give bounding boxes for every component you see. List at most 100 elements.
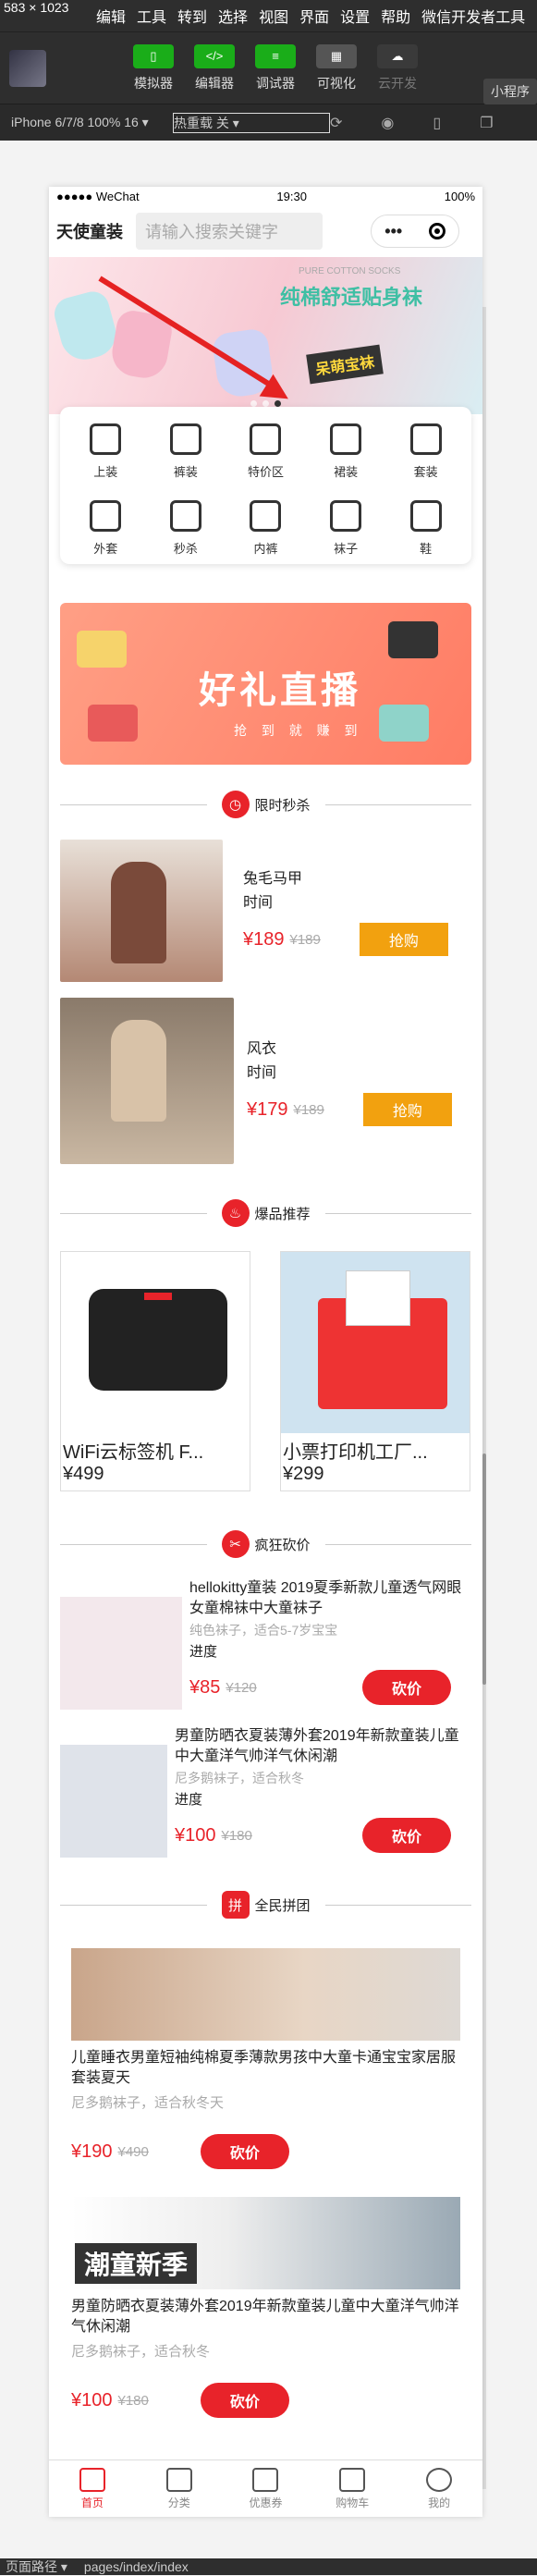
menu-item[interactable]: 转到 (177, 5, 207, 27)
bargain-button[interactable]: 砍价 (362, 1670, 451, 1705)
menu-item[interactable]: 设置 (340, 5, 370, 27)
category-skirts[interactable]: 裙装 (306, 420, 386, 480)
menu-item[interactable]: 微信开发者工具 (421, 5, 525, 27)
divider (60, 1213, 207, 1214)
buy-button[interactable]: 抢购 (363, 1093, 452, 1126)
menu-item[interactable]: 视图 (259, 5, 288, 27)
menu-item[interactable]: 帮助 (381, 5, 410, 27)
carousel-dot[interactable] (275, 400, 281, 407)
menu-item[interactable]: 工具 (137, 5, 166, 27)
watch-icon (166, 497, 205, 535)
category-socks[interactable]: 袜子 (306, 497, 386, 557)
close-icon[interactable] (429, 223, 445, 239)
seckill-item[interactable]: 兔毛马甲 时间 ¥189 ¥189 抢购 (60, 837, 471, 985)
visual-tool[interactable]: ▦可视化 (312, 44, 360, 92)
more-icon[interactable]: ••• (384, 222, 402, 241)
group-icon: 拼 (222, 1891, 250, 1919)
category-tops[interactable]: 上装 (66, 420, 146, 480)
category-underwear[interactable]: 内裤 (226, 497, 306, 557)
tab-home[interactable]: 首页 (49, 2460, 136, 2517)
category-coats[interactable]: 外套 (66, 497, 146, 557)
menu-item[interactable]: 选择 (218, 5, 248, 27)
bargain-button[interactable]: 砍价 (362, 1818, 451, 1853)
bargain-button[interactable]: 砍价 (201, 2383, 289, 2418)
title-bar: 583 × 1023 编辑 工具 转到 选择 视图 界面 设置 帮助 微信开发者… (0, 0, 537, 31)
cloud-tool[interactable]: ☁云开发 (373, 44, 421, 92)
menu-item[interactable]: 界面 (299, 5, 329, 27)
banner-carousel[interactable]: PURE COTTON SOCKS 纯棉舒适贴身袜 呆萌宝袜 (49, 257, 482, 414)
underwear-icon (246, 497, 285, 535)
outfit-icon (407, 420, 445, 459)
scrollbar-track[interactable] (482, 307, 486, 2489)
seckill-item[interactable]: 风衣 时间 ¥179 ¥189 抢购 (60, 998, 471, 1164)
menu-item[interactable]: 编辑 (96, 5, 126, 27)
simulator-tool[interactable]: ▯模拟器 (129, 44, 177, 92)
category-sale[interactable]: 特价区 (226, 420, 306, 480)
carousel-dot[interactable] (250, 400, 257, 407)
product-image: 潮童新季 (71, 2197, 460, 2289)
mobile-icon[interactable]: ▯ (433, 114, 441, 132)
tab-cart[interactable]: 购物车 (309, 2460, 396, 2517)
brand-title: 天使童装 (56, 219, 123, 243)
editor-tool[interactable]: </>编辑器 (190, 44, 238, 92)
tab-bar: 首页 分类 优惠券 购物车 我的 (49, 2459, 482, 2517)
category-flash[interactable]: 秒杀 (146, 497, 226, 557)
page-path-select[interactable]: 页面路径 ▾ (6, 2558, 67, 2576)
mini-program-button[interactable]: 小程序 (483, 79, 537, 104)
coat-icon (86, 497, 125, 535)
carrier: ●●●●● WeChat (56, 190, 140, 203)
list-icon (166, 2468, 192, 2492)
search-input[interactable]: 请输入搜索关键字 (136, 213, 323, 250)
tab-coupon[interactable]: 优惠券 (223, 2460, 310, 2517)
banner-tag: 呆萌宝袜 (306, 345, 384, 385)
bargain-item[interactable]: 男童防晒衣夏装薄外套2019年新款童装儿童中大童洋气帅洋气休闲潮 尼多鹅袜子，适… (60, 1726, 471, 1858)
cut-icon: ✂ (222, 1530, 250, 1558)
category-pants[interactable]: 裤装 (146, 420, 226, 480)
buy-button[interactable]: 抢购 (360, 923, 448, 956)
carousel-dots (49, 400, 482, 407)
hot-item[interactable]: 小票打印机工厂... ¥299 (280, 1251, 470, 1491)
group-item[interactable]: 儿童睡衣男童短袖纯棉夏季薄款男孩中大童卡通宝宝家居服套装夏天 尼多鹅袜子，适合秋… (71, 1948, 460, 2169)
bargain-item[interactable]: hellokitty童装 2019夏季新款儿童透气网眼女童棉袜中大童袜子 纯色袜… (60, 1578, 471, 1710)
bargain-button[interactable]: 砍价 (201, 2134, 289, 2169)
status-bar: ●●●●● WeChat 19:30 100% (49, 187, 482, 205)
hot-products: WiFi云标签机 F... ¥499 小票打印机工厂... ¥299 (60, 1251, 471, 1491)
live-banner[interactable]: 好礼直播 抢 到 就 赚 到 (60, 603, 471, 765)
shirt-icon (86, 420, 125, 459)
window-icon[interactable]: ❐ (480, 114, 493, 132)
divider (60, 804, 207, 805)
carousel-dot[interactable] (262, 400, 269, 407)
stamp-text: 潮童新季 (75, 2243, 197, 2284)
shoe-icon (407, 497, 445, 535)
debugger-tool[interactable]: ≡调试器 (251, 44, 299, 92)
product-image (388, 621, 438, 658)
capsule-menu[interactable]: ••• (371, 215, 459, 248)
refresh-icon[interactable]: ⟳ (330, 114, 342, 132)
clock: 19:30 (276, 190, 307, 203)
code-icon: </> (194, 44, 235, 68)
page-path: pages/index/index (84, 2559, 189, 2574)
group-item[interactable]: 潮童新季 男童防晒衣夏装薄外套2019年新款童装儿童中大童洋气帅洋气休闲潮 尼多… (71, 2197, 460, 2418)
user-icon (426, 2468, 452, 2492)
category-grid: 上装 裤装 特价区 裙装 套装 外套 秒杀 内裤 袜子 鞋 (60, 407, 471, 564)
hot-item[interactable]: WiFi云标签机 F... ¥499 (60, 1251, 250, 1491)
clock-icon: ◷ (222, 791, 250, 818)
layout-icon: ▦ (316, 44, 357, 68)
product-image (60, 1597, 182, 1710)
product-image (71, 1948, 460, 2041)
live-title: 好礼直播 (199, 660, 361, 714)
tab-category[interactable]: 分类 (136, 2460, 223, 2517)
divider (60, 1544, 207, 1545)
device-select[interactable]: iPhone 6/7/8 100% 16 ▾ (11, 115, 173, 130)
nav-row: 天使童装 请输入搜索关键字 ••• (49, 205, 482, 257)
avatar[interactable] (9, 50, 46, 87)
category-shoes[interactable]: 鞋 (385, 497, 466, 557)
category-sets[interactable]: 套装 (385, 420, 466, 480)
tab-mine[interactable]: 我的 (396, 2460, 482, 2517)
tag-icon (246, 420, 285, 459)
scrollbar-thumb[interactable] (482, 1454, 486, 1685)
product-image (77, 631, 127, 668)
battery: 100% (445, 190, 475, 203)
record-icon[interactable]: ◉ (381, 114, 394, 132)
hot-reload-select[interactable]: 热重载 关 ▾ (173, 113, 330, 133)
